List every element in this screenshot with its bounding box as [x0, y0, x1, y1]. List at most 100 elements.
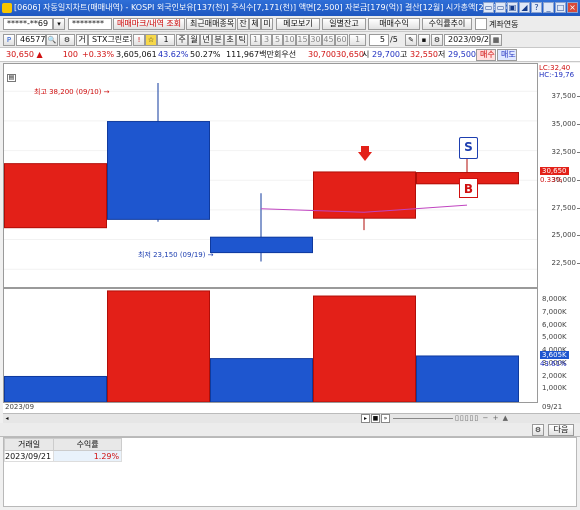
play-icon[interactable]: ▸ — [361, 414, 370, 423]
chart-scrollbar[interactable]: ◂ ▸ ■ » ▯▯▯▯▯ − + ▲ — [3, 413, 580, 423]
period-week-button[interactable]: 주 — [176, 34, 188, 46]
date-axis: 2023/09 09/21 — [3, 403, 580, 413]
tools-icon[interactable]: ✎ — [405, 34, 417, 46]
account-input[interactable]: *****-**69 — [3, 18, 53, 30]
search-icon[interactable]: 🔍 — [46, 34, 58, 46]
pin-icon[interactable]: P — [3, 34, 15, 46]
current-rate-tag: 0.33% — [540, 176, 563, 184]
interval-45-button[interactable]: 45 — [322, 34, 335, 46]
fast-forward-icon[interactable]: » — [381, 414, 390, 423]
zoom-controls-icon[interactable]: ▯▯▯▯▯ − + ▲ — [455, 414, 555, 423]
alert-icon[interactable]: ! — [133, 34, 145, 46]
account-link-checkbox[interactable] — [475, 18, 487, 30]
low-price: 29,500 — [448, 50, 476, 59]
period-second-button[interactable]: 초 — [224, 34, 236, 46]
period-minute-button[interactable]: 분 — [212, 34, 224, 46]
current-volume-tag: 3,605K — [540, 351, 569, 359]
zoom-slider-track[interactable] — [393, 418, 453, 419]
unfilled-button[interactable]: 미 — [261, 18, 273, 30]
sell-button[interactable]: 매도 — [497, 49, 517, 61]
buy-marker[interactable]: B — [459, 178, 478, 198]
settings-icon[interactable]: ⚙ — [59, 34, 75, 46]
volume-tick: 2,000K — [542, 372, 567, 380]
down-arrow-signal-icon — [358, 152, 372, 161]
price-tick: 37,500 — [551, 92, 580, 100]
sell-marker[interactable]: S — [459, 137, 478, 159]
next-button[interactable]: 다음 — [548, 424, 574, 436]
stock-name-field: STX그린로지 — [88, 34, 132, 46]
interval-30-button[interactable]: 30 — [309, 34, 322, 46]
volume-bar — [416, 355, 519, 402]
trade-mark-query-button[interactable]: 매매마크/내역 조회 — [113, 18, 185, 30]
window-title: [0606] 자동일지차트(매매내역) - KOSPI 외국인보유[137(천)… — [14, 3, 519, 12]
profit-table-panel: 거래일 수익률 2023/09/21 1.29% — [3, 437, 577, 507]
star-icon[interactable]: ☆ — [145, 34, 157, 46]
price-tick: 22,500 — [551, 259, 580, 267]
window-btn-4[interactable]: ◢ — [519, 2, 530, 13]
period-year-button[interactable]: 년 — [200, 34, 212, 46]
low-annotation: 최저 23,150 (09/19) → — [138, 251, 214, 259]
password-input[interactable]: ******** — [68, 18, 112, 30]
recent-trades-button[interactable]: 최근매매종목 — [186, 18, 236, 30]
gear-icon[interactable]: ⚙ — [431, 34, 443, 46]
change-rate: +0.33% — [82, 50, 115, 59]
daily-balance-button[interactable]: 일별잔고 — [322, 18, 366, 30]
volume-bar — [313, 295, 416, 402]
table-row[interactable]: 2023/09/21 1.29% — [3, 450, 123, 462]
ratio-value: 50.27% — [190, 50, 221, 59]
hc-label: HC:-19,76 — [539, 71, 575, 79]
volume-value: 3,605,061 — [116, 50, 157, 59]
interval-3-button[interactable]: 3 — [261, 34, 272, 46]
account-dropdown-icon[interactable]: ▾ — [53, 18, 65, 30]
stop-icon[interactable]: ■ — [371, 414, 380, 423]
window-btn-1[interactable]: ▭ — [483, 2, 494, 13]
symbol-toolbar: P 465770 🔍 ⚙ 거 STX그린로지 ! ☆ 1 주 월 년 분 초 틱… — [0, 32, 580, 48]
chart-menu-icon[interactable]: ▤ — [7, 74, 16, 82]
interval-1-button[interactable]: 1 — [250, 34, 261, 46]
interval-5-button[interactable]: 5 — [272, 34, 283, 46]
filled-button[interactable]: 체 — [249, 18, 261, 30]
count-input[interactable]: 5 — [369, 34, 389, 46]
open-label: 시 — [362, 50, 370, 59]
help-button[interactable]: ? — [531, 2, 542, 13]
window-btn-2[interactable]: ▭ — [495, 2, 506, 13]
memo-view-button[interactable]: 메모보기 — [276, 18, 320, 30]
date-input[interactable]: 2023/09/21 — [444, 34, 490, 46]
price-tick: 25,000 — [551, 231, 580, 239]
maximize-button[interactable]: □ — [555, 2, 566, 13]
price-chart — [4, 82, 537, 270]
bottom-settings-icon[interactable]: ⚙ — [532, 424, 544, 436]
volume-tick: 1,000K — [542, 384, 567, 392]
buy-marker-label: B — [463, 182, 474, 196]
volume-rate: 43.62% — [158, 50, 189, 59]
interval-10-button[interactable]: 10 — [283, 34, 296, 46]
interval-15-button[interactable]: 15 — [296, 34, 309, 46]
current-price: 30,650 ▲ — [6, 50, 43, 59]
date-axis-right: 09/21 — [542, 403, 563, 411]
volume-tick: 7,000K — [542, 308, 567, 316]
period-month-button[interactable]: 월 — [188, 34, 200, 46]
period-count-dropdown[interactable]: 1 — [157, 34, 175, 46]
volume-chart-panel[interactable] — [3, 288, 538, 403]
close-button[interactable]: × — [567, 2, 578, 13]
high-label: 고 — [400, 50, 408, 59]
open-price: 29,700 — [372, 50, 400, 59]
interval-custom-dropdown[interactable]: 1 — [349, 34, 366, 46]
minimize-button[interactable]: _ — [543, 2, 554, 13]
profit-trend-button[interactable]: 수익률추이 — [422, 18, 472, 30]
current-volume-rate: 43.61% — [540, 360, 567, 368]
scroll-left-icon[interactable]: ◂ — [3, 414, 11, 423]
period-tick-button[interactable]: 틱 — [236, 34, 248, 46]
price-chart-panel[interactable]: ▤ 최고 38,200 (09/10) → 최저 23,150 (09/19) … — [3, 63, 538, 288]
interval-60-button[interactable]: 60 — [335, 34, 348, 46]
exchange-label: 거 — [76, 34, 88, 46]
window-btn-3[interactable]: ▣ — [507, 2, 518, 13]
buy-button[interactable]: 매수 — [476, 49, 496, 61]
calendar-icon[interactable]: ▦ — [490, 34, 502, 46]
volume-tick: 5,000K — [542, 333, 567, 341]
balance-button[interactable]: 잔 — [237, 18, 249, 30]
window-controls: ▭ ▭ ▣ ◢ ? _ □ × — [483, 2, 578, 13]
stock-code-input[interactable]: 465770 — [16, 34, 46, 46]
save-icon[interactable]: ▪ — [418, 34, 430, 46]
trade-profit-button[interactable]: 매매수익 — [368, 18, 420, 30]
